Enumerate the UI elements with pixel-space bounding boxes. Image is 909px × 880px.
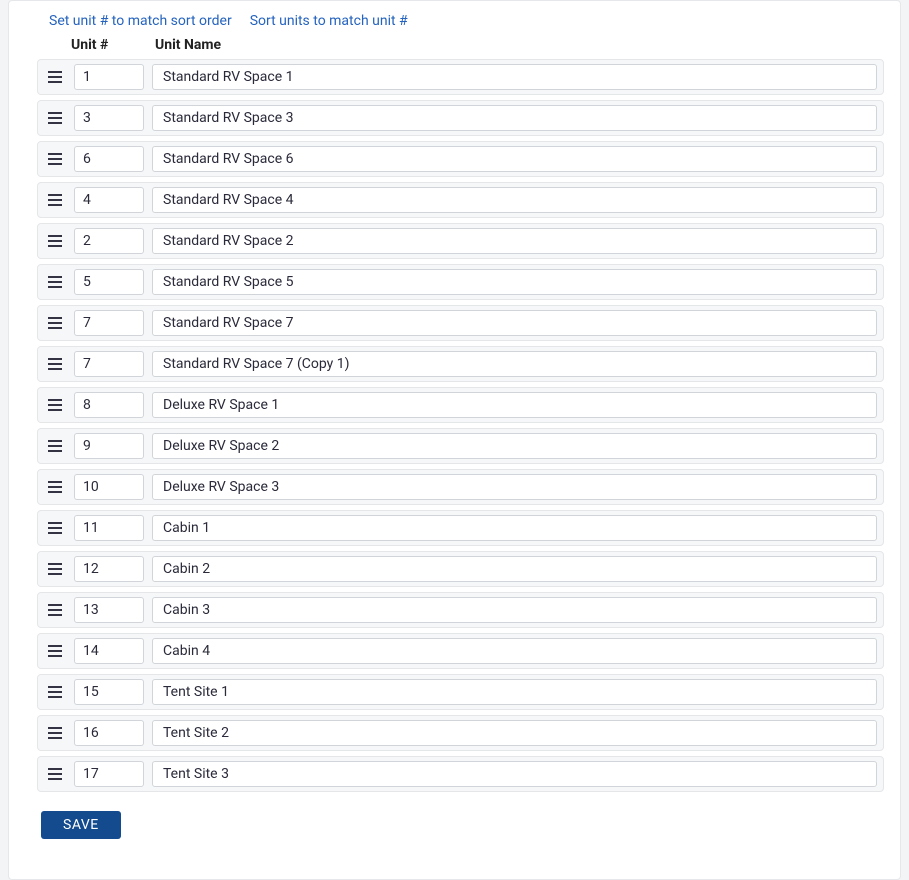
unit-number-input[interactable] — [74, 269, 144, 295]
unit-number-input[interactable] — [74, 638, 144, 664]
unit-name-input[interactable] — [152, 515, 877, 541]
link-sort-units[interactable]: Sort units to match unit # — [250, 13, 408, 29]
unit-row — [37, 182, 884, 218]
unit-name-input[interactable] — [152, 187, 877, 213]
unit-name-input[interactable] — [152, 433, 877, 459]
unit-number-input[interactable] — [74, 187, 144, 213]
drag-handle-icon[interactable] — [44, 316, 66, 330]
unit-number-input[interactable] — [74, 392, 144, 418]
unit-row — [37, 59, 884, 95]
unit-number-input[interactable] — [74, 105, 144, 131]
unit-number-input[interactable] — [74, 64, 144, 90]
unit-row — [37, 346, 884, 382]
unit-number-input[interactable] — [74, 146, 144, 172]
unit-row — [37, 387, 884, 423]
drag-handle-icon[interactable] — [44, 726, 66, 740]
drag-handle-icon[interactable] — [44, 275, 66, 289]
unit-row — [37, 264, 884, 300]
drag-handle-icon[interactable] — [44, 603, 66, 617]
unit-name-input[interactable] — [152, 679, 877, 705]
unit-name-input[interactable] — [152, 761, 877, 787]
unit-row — [37, 633, 884, 669]
unit-row — [37, 305, 884, 341]
unit-number-input[interactable] — [74, 351, 144, 377]
link-set-unit-number[interactable]: Set unit # to match sort order — [49, 13, 232, 29]
unit-number-input[interactable] — [74, 556, 144, 582]
unit-name-input[interactable] — [152, 638, 877, 664]
drag-handle-icon[interactable] — [44, 70, 66, 84]
unit-name-input[interactable] — [152, 474, 877, 500]
save-area: SAVE — [9, 797, 900, 839]
header-row: Unit # Unit Name — [9, 31, 900, 59]
unit-row — [37, 469, 884, 505]
save-button[interactable]: SAVE — [41, 811, 121, 839]
unit-number-input[interactable] — [74, 228, 144, 254]
unit-name-input[interactable] — [152, 146, 877, 172]
unit-name-input[interactable] — [152, 597, 877, 623]
drag-handle-icon[interactable] — [44, 685, 66, 699]
unit-name-input[interactable] — [152, 310, 877, 336]
drag-handle-icon[interactable] — [44, 152, 66, 166]
unit-name-input[interactable] — [152, 392, 877, 418]
unit-sort-panel: Set unit # to match sort order Sort unit… — [8, 0, 901, 880]
drag-handle-icon[interactable] — [44, 562, 66, 576]
drag-handle-icon[interactable] — [44, 398, 66, 412]
unit-name-input[interactable] — [152, 556, 877, 582]
unit-name-input[interactable] — [152, 228, 877, 254]
unit-number-input[interactable] — [74, 433, 144, 459]
unit-row — [37, 551, 884, 587]
unit-name-input[interactable] — [152, 269, 877, 295]
drag-handle-icon[interactable] — [44, 480, 66, 494]
unit-name-input[interactable] — [152, 105, 877, 131]
drag-handle-icon[interactable] — [44, 521, 66, 535]
drag-handle-icon[interactable] — [44, 111, 66, 125]
drag-handle-icon[interactable] — [44, 767, 66, 781]
unit-row — [37, 100, 884, 136]
unit-row — [37, 674, 884, 710]
header-unit-name: Unit Name — [145, 37, 884, 53]
unit-number-input[interactable] — [74, 310, 144, 336]
unit-number-input[interactable] — [74, 761, 144, 787]
drag-handle-icon[interactable] — [44, 193, 66, 207]
unit-number-input[interactable] — [74, 474, 144, 500]
drag-handle-icon[interactable] — [44, 644, 66, 658]
unit-number-input[interactable] — [74, 597, 144, 623]
unit-row — [37, 223, 884, 259]
unit-row — [37, 715, 884, 751]
unit-name-input[interactable] — [152, 351, 877, 377]
unit-row — [37, 592, 884, 628]
unit-row — [37, 428, 884, 464]
header-unit-number: Unit # — [67, 37, 137, 53]
unit-name-input[interactable] — [152, 720, 877, 746]
unit-number-input[interactable] — [74, 679, 144, 705]
unit-row — [37, 510, 884, 546]
drag-handle-icon[interactable] — [44, 439, 66, 453]
unit-name-input[interactable] — [152, 64, 877, 90]
unit-number-input[interactable] — [74, 720, 144, 746]
top-links: Set unit # to match sort order Sort unit… — [9, 1, 900, 31]
unit-number-input[interactable] — [74, 515, 144, 541]
unit-rows — [9, 59, 900, 792]
drag-handle-icon[interactable] — [44, 357, 66, 371]
unit-row — [37, 756, 884, 792]
unit-row — [37, 141, 884, 177]
drag-handle-icon[interactable] — [44, 234, 66, 248]
